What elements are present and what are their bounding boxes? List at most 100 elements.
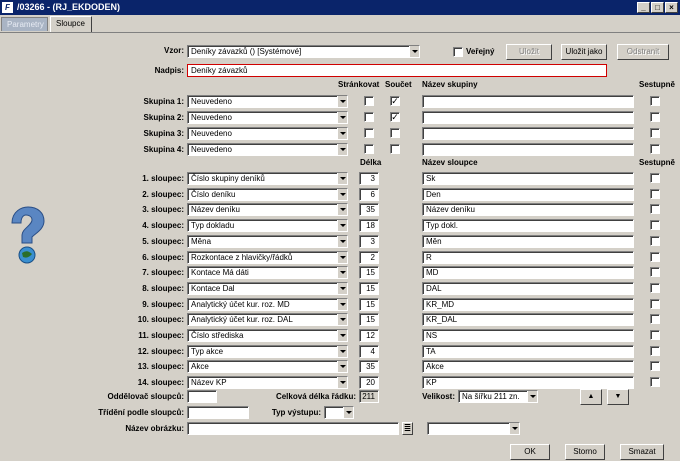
- column-length-input[interactable]: 4: [359, 344, 379, 358]
- smazat-button[interactable]: Smazat: [620, 444, 664, 460]
- column-select[interactable]: Analytický účet kur. roz. MD: [187, 297, 348, 311]
- column-length-input[interactable]: 2: [359, 250, 379, 264]
- column-sestupne-checkbox[interactable]: [650, 377, 660, 388]
- column-select[interactable]: Akce: [187, 360, 348, 374]
- close-button[interactable]: ×: [665, 2, 678, 13]
- column-select[interactable]: Typ dokladu: [187, 219, 348, 233]
- column-sestupne-checkbox[interactable]: [650, 282, 660, 293]
- column-name-input[interactable]: DAL: [422, 281, 634, 295]
- soucet-checkbox[interactable]: [390, 144, 400, 154]
- save-as-button[interactable]: Uložit jako: [561, 44, 607, 60]
- column-name-input[interactable]: Název deníku: [422, 203, 634, 217]
- column-sestupne-checkbox[interactable]: [650, 361, 660, 372]
- strankovat-checkbox[interactable]: [364, 112, 374, 122]
- storno-button[interactable]: Storno: [565, 444, 605, 460]
- column-name-input[interactable]: Den: [422, 187, 634, 201]
- column-select[interactable]: Rozkontace z hlavičky/řádků: [187, 250, 348, 264]
- column-select[interactable]: Číslo střediska: [187, 329, 348, 342]
- column-name-input[interactable]: Měn: [422, 234, 634, 248]
- group-sestupne-checkbox[interactable]: [650, 96, 660, 106]
- save-button[interactable]: Uložit: [506, 44, 552, 60]
- soucet-checkbox[interactable]: ✓: [390, 96, 400, 106]
- column-length-input[interactable]: 3: [359, 234, 379, 248]
- group-select[interactable]: Neuvedeno: [187, 127, 348, 140]
- maximize-button[interactable]: □: [651, 2, 664, 13]
- column-name-input[interactable]: KR_MD: [422, 297, 634, 311]
- column-length-input[interactable]: 35: [359, 203, 379, 217]
- browse-list-icon[interactable]: ≣: [402, 422, 413, 435]
- group-sestupne-checkbox[interactable]: [650, 144, 660, 154]
- column-sestupne-checkbox[interactable]: [650, 298, 660, 309]
- group-select[interactable]: Neuvedeno: [187, 111, 348, 124]
- column-name-input[interactable]: NS: [422, 329, 634, 342]
- column-length-input[interactable]: 6: [359, 187, 379, 201]
- column-length-input[interactable]: 12: [359, 329, 379, 342]
- column-sestupne-checkbox[interactable]: [650, 220, 660, 231]
- column-name-input[interactable]: KR_DAL: [422, 313, 634, 327]
- column-name-input[interactable]: R: [422, 250, 634, 264]
- column-select[interactable]: Číslo skupiny deníků: [187, 172, 348, 185]
- group-name-input[interactable]: [422, 111, 634, 124]
- oddelovac-input[interactable]: [187, 390, 217, 403]
- column-select[interactable]: Číslo deníku: [187, 187, 348, 201]
- move-up-button[interactable]: ▲: [580, 389, 602, 405]
- soucet-checkbox[interactable]: [390, 128, 400, 138]
- column-select[interactable]: Kontace Má dáti: [187, 266, 348, 280]
- group-sestupne-checkbox[interactable]: [650, 128, 660, 138]
- column-length-input[interactable]: 18: [359, 219, 379, 233]
- group-select[interactable]: Neuvedeno: [187, 143, 348, 156]
- column-name-input[interactable]: Sk: [422, 172, 634, 185]
- group-select[interactable]: Neuvedeno: [187, 95, 348, 108]
- verejny-checkbox[interactable]: [453, 47, 463, 57]
- column-length-input[interactable]: 15: [359, 281, 379, 295]
- strankovat-checkbox[interactable]: [364, 96, 374, 106]
- column-sestupne-checkbox[interactable]: [650, 314, 660, 325]
- column-sestupne-checkbox[interactable]: [650, 330, 660, 340]
- strankovat-checkbox[interactable]: [364, 128, 374, 138]
- tab-parametry[interactable]: Parametry: [1, 17, 48, 31]
- column-select[interactable]: Analytický účet kur. roz. DAL: [187, 313, 348, 327]
- column-sestupne-checkbox[interactable]: [650, 251, 660, 262]
- delete-template-button[interactable]: Odstranit: [617, 44, 669, 60]
- group-name-input[interactable]: [422, 95, 634, 108]
- column-length-input[interactable]: 3: [359, 172, 379, 185]
- vzor-select[interactable]: Deníky závazků () [Systémové]: [187, 45, 420, 58]
- column-length-input[interactable]: 15: [359, 313, 379, 327]
- column-name-input[interactable]: Typ dokl.: [422, 219, 634, 233]
- soucet-checkbox[interactable]: ✓: [390, 112, 400, 122]
- column-name-input[interactable]: MD: [422, 266, 634, 280]
- column-name-input[interactable]: KP: [422, 376, 634, 390]
- column-sestupne-checkbox[interactable]: [650, 204, 660, 215]
- strankovat-checkbox[interactable]: [364, 144, 374, 154]
- column-length-input[interactable]: 15: [359, 297, 379, 311]
- ok-button[interactable]: OK: [510, 444, 550, 460]
- column-length-input[interactable]: 15: [359, 266, 379, 280]
- column-select[interactable]: Název KP: [187, 376, 348, 390]
- help-question-icon[interactable]: [6, 205, 48, 267]
- column-sestupne-checkbox[interactable]: [650, 267, 660, 278]
- typ-vystupu-select[interactable]: [324, 406, 354, 419]
- column-select[interactable]: Typ akce: [187, 344, 348, 358]
- nadpis-input[interactable]: Deníky závazků: [187, 64, 607, 77]
- column-length-input[interactable]: 35: [359, 360, 379, 374]
- column-select[interactable]: Měna: [187, 234, 348, 248]
- column-select[interactable]: Název deníku: [187, 203, 348, 217]
- trideni-input[interactable]: [187, 406, 249, 419]
- column-select[interactable]: Kontace Dal: [187, 281, 348, 295]
- column-sestupne-checkbox[interactable]: [650, 345, 660, 356]
- column-sestupne-checkbox[interactable]: [650, 188, 660, 199]
- column-sestupne-checkbox[interactable]: [650, 173, 660, 183]
- velikost-select[interactable]: Na šířku 211 zn.: [458, 390, 538, 403]
- column-name-input[interactable]: TA: [422, 344, 634, 358]
- column-name-input[interactable]: Akce: [422, 360, 634, 374]
- minimize-button[interactable]: _: [637, 2, 650, 13]
- obrazek-select[interactable]: [427, 422, 520, 435]
- nazev-obrazku-input[interactable]: [187, 422, 399, 435]
- group-name-input[interactable]: [422, 127, 634, 140]
- tab-sloupce[interactable]: Sloupce: [50, 16, 92, 32]
- column-length-input[interactable]: 20: [359, 376, 379, 390]
- group-name-input[interactable]: [422, 143, 634, 156]
- column-sestupne-checkbox[interactable]: [650, 235, 660, 246]
- group-sestupne-checkbox[interactable]: [650, 112, 660, 122]
- move-down-button[interactable]: ▼: [607, 389, 629, 405]
